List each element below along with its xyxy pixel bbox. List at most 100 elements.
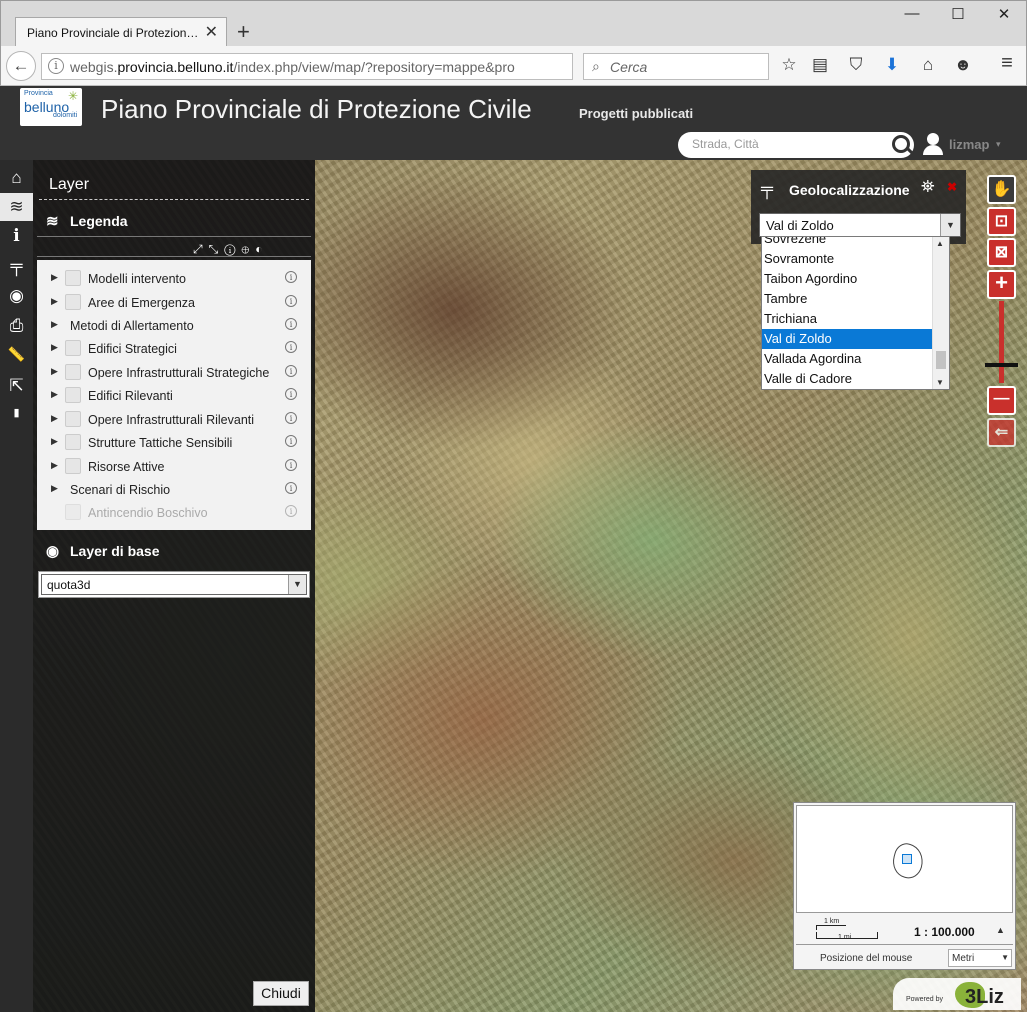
- search-icon[interactable]: [892, 135, 910, 153]
- layer-row[interactable]: ▶ Strutture Tattiche Sensibili i: [37, 431, 311, 454]
- base-layer-header[interactable]: ◉ Layer di base: [46, 542, 160, 560]
- expand-arrow-icon[interactable]: ▶: [51, 483, 58, 494]
- layer-row[interactable]: ▶ Edifici Strategici i: [37, 337, 311, 360]
- url-text[interactable]: webgis.provincia.belluno.it/index.php/vi…: [70, 59, 550, 75]
- menu-locate[interactable]: ◉: [0, 282, 33, 310]
- pocket-icon[interactable]: ⛉: [845, 55, 867, 75]
- municipality-select[interactable]: Val di Zoldo ▼: [759, 213, 961, 237]
- legend-header[interactable]: ≋ Legenda: [46, 212, 128, 230]
- user-menu[interactable]: lizmap: [949, 137, 989, 152]
- layer-checkbox[interactable]: [65, 294, 81, 310]
- close-panel-button[interactable]: Chiudi: [253, 981, 309, 1006]
- menu-measure[interactable]: 📏: [0, 342, 33, 370]
- address-search-input[interactable]: [692, 137, 872, 151]
- close-icon[interactable]: ✖: [947, 180, 957, 194]
- close-window-button[interactable]: ✕: [989, 5, 1019, 23]
- projects-link[interactable]: Progetti pubblicati: [579, 106, 693, 121]
- dropdown-option[interactable]: Valle di Cadore: [762, 369, 933, 389]
- layer-checkbox[interactable]: [65, 387, 81, 403]
- overview-extent-box[interactable]: [902, 854, 912, 864]
- address-search[interactable]: [678, 132, 914, 158]
- expand-arrow-icon[interactable]: ▶: [51, 366, 58, 377]
- dropdown-option[interactable]: Tambre: [762, 289, 933, 309]
- menu-home[interactable]: ⌂: [0, 164, 33, 192]
- overview-toggle-icon[interactable]: ▲: [996, 925, 1005, 935]
- powered-by-badge[interactable]: Powered by 3Liz: [893, 978, 1021, 1010]
- layer-checkbox[interactable]: [65, 340, 81, 356]
- layer-row[interactable]: ▶ Risorse Attive i: [37, 455, 311, 478]
- scroll-thumb[interactable]: [936, 351, 946, 369]
- dropdown-option[interactable]: Vallada Agordina: [762, 349, 933, 369]
- dropdown-scrollbar[interactable]: ▲ ▼: [932, 237, 949, 389]
- base-layer-select[interactable]: quota3d ▼: [38, 571, 310, 598]
- menu-layers[interactable]: ≋: [0, 193, 33, 221]
- dropdown-option-selected[interactable]: Val di Zoldo: [762, 329, 933, 349]
- hamburger-menu-icon[interactable]: ≡: [996, 52, 1018, 75]
- expand-arrow-icon[interactable]: ▶: [51, 342, 58, 353]
- info-icon[interactable]: i: [285, 271, 297, 283]
- expand-arrow-icon[interactable]: ▶: [51, 389, 58, 400]
- user-icon[interactable]: [922, 132, 944, 156]
- menu-info[interactable]: i: [0, 222, 33, 250]
- chevron-down-icon[interactable]: ▾: [996, 139, 1001, 150]
- dropdown-option[interactable]: Sovramonte: [762, 249, 933, 269]
- home-icon[interactable]: ⌂: [917, 55, 939, 75]
- overview-map[interactable]: [796, 805, 1013, 913]
- new-tab-button[interactable]: +: [237, 19, 250, 45]
- zoom-slider[interactable]: [999, 301, 1004, 383]
- layer-row[interactable]: ▶ Metodi di Allertamento i: [37, 314, 311, 337]
- url-bar[interactable]: i webgis.provincia.belluno.it/index.php/…: [41, 53, 603, 80]
- chevron-down-icon[interactable]: ▼: [288, 575, 306, 594]
- dropdown-option[interactable]: Trichiana: [762, 309, 933, 329]
- tab-close-icon[interactable]: ✕: [205, 22, 218, 42]
- menu-print[interactable]: ⎙: [0, 312, 33, 340]
- previous-view-button[interactable]: ⇐: [987, 418, 1016, 447]
- reading-list-icon[interactable]: ▤: [809, 55, 831, 75]
- zoom-slider-knob[interactable]: [985, 363, 1018, 367]
- info-icon[interactable]: i: [285, 341, 297, 353]
- chevron-down-icon[interactable]: ▼: [940, 214, 960, 236]
- minimize-button[interactable]: —: [897, 5, 927, 22]
- menu-comment[interactable]: ▮: [0, 402, 33, 430]
- chevron-down-icon[interactable]: ▼: [1001, 953, 1009, 962]
- maximize-button[interactable]: ☐: [943, 5, 973, 23]
- layer-row[interactable]: ▶ Opere Infrastrutturali Rilevanti i: [37, 408, 311, 431]
- layer-checkbox[interactable]: [65, 434, 81, 450]
- expand-arrow-icon[interactable]: ▶: [51, 413, 58, 424]
- info-icon[interactable]: i: [285, 318, 297, 330]
- layer-checkbox[interactable]: [65, 364, 81, 380]
- layer-row[interactable]: ▶ Edifici Rilevanti i: [37, 384, 311, 407]
- layer-row[interactable]: ▶ Modelli intervento i: [37, 267, 311, 290]
- layer-row[interactable]: ▶ Scenari di Rischio i: [37, 478, 311, 501]
- menu-share[interactable]: ⇱: [0, 372, 33, 400]
- star-icon[interactable]: ☆: [778, 55, 800, 75]
- layer-row[interactable]: ▶ Aree di Emergenza i: [37, 291, 311, 314]
- layer-checkbox[interactable]: [65, 458, 81, 474]
- layer-checkbox[interactable]: [65, 411, 81, 427]
- legend-tools[interactable]: ⤢⤡ⓘ⊕◐: [193, 242, 269, 257]
- satellite-icon[interactable]: ⛯: [921, 177, 935, 197]
- info-icon[interactable]: i: [285, 482, 297, 494]
- info-icon[interactable]: i: [285, 459, 297, 471]
- browser-tab[interactable]: Piano Provinciale di Protezion… ✕: [15, 17, 227, 47]
- dropdown-option[interactable]: Sovrezene: [762, 237, 933, 249]
- layer-checkbox[interactable]: [65, 270, 81, 286]
- menu-geolocation[interactable]: ╤: [0, 252, 33, 280]
- expand-arrow-icon[interactable]: ▶: [51, 436, 58, 447]
- site-info-icon[interactable]: i: [48, 58, 64, 74]
- expand-arrow-icon[interactable]: ▶: [51, 296, 58, 307]
- info-icon[interactable]: i: [285, 435, 297, 447]
- info-icon[interactable]: i: [285, 295, 297, 307]
- zoom-extent-button[interactable]: ⊠: [987, 238, 1016, 267]
- expand-arrow-icon[interactable]: ▶: [51, 460, 58, 471]
- back-button[interactable]: ←: [6, 51, 36, 81]
- chat-icon[interactable]: ☻: [952, 55, 974, 75]
- expand-arrow-icon[interactable]: ▶: [51, 319, 58, 330]
- zoom-out-button[interactable]: —: [987, 386, 1016, 415]
- browser-search-box[interactable]: ⌕ Cerca: [583, 53, 769, 80]
- info-icon[interactable]: i: [285, 365, 297, 377]
- scroll-down-icon[interactable]: ▼: [936, 378, 944, 387]
- dropdown-option[interactable]: Taibon Agordino: [762, 269, 933, 289]
- scroll-up-icon[interactable]: ▲: [936, 239, 944, 248]
- download-icon[interactable]: ⬇: [881, 55, 903, 75]
